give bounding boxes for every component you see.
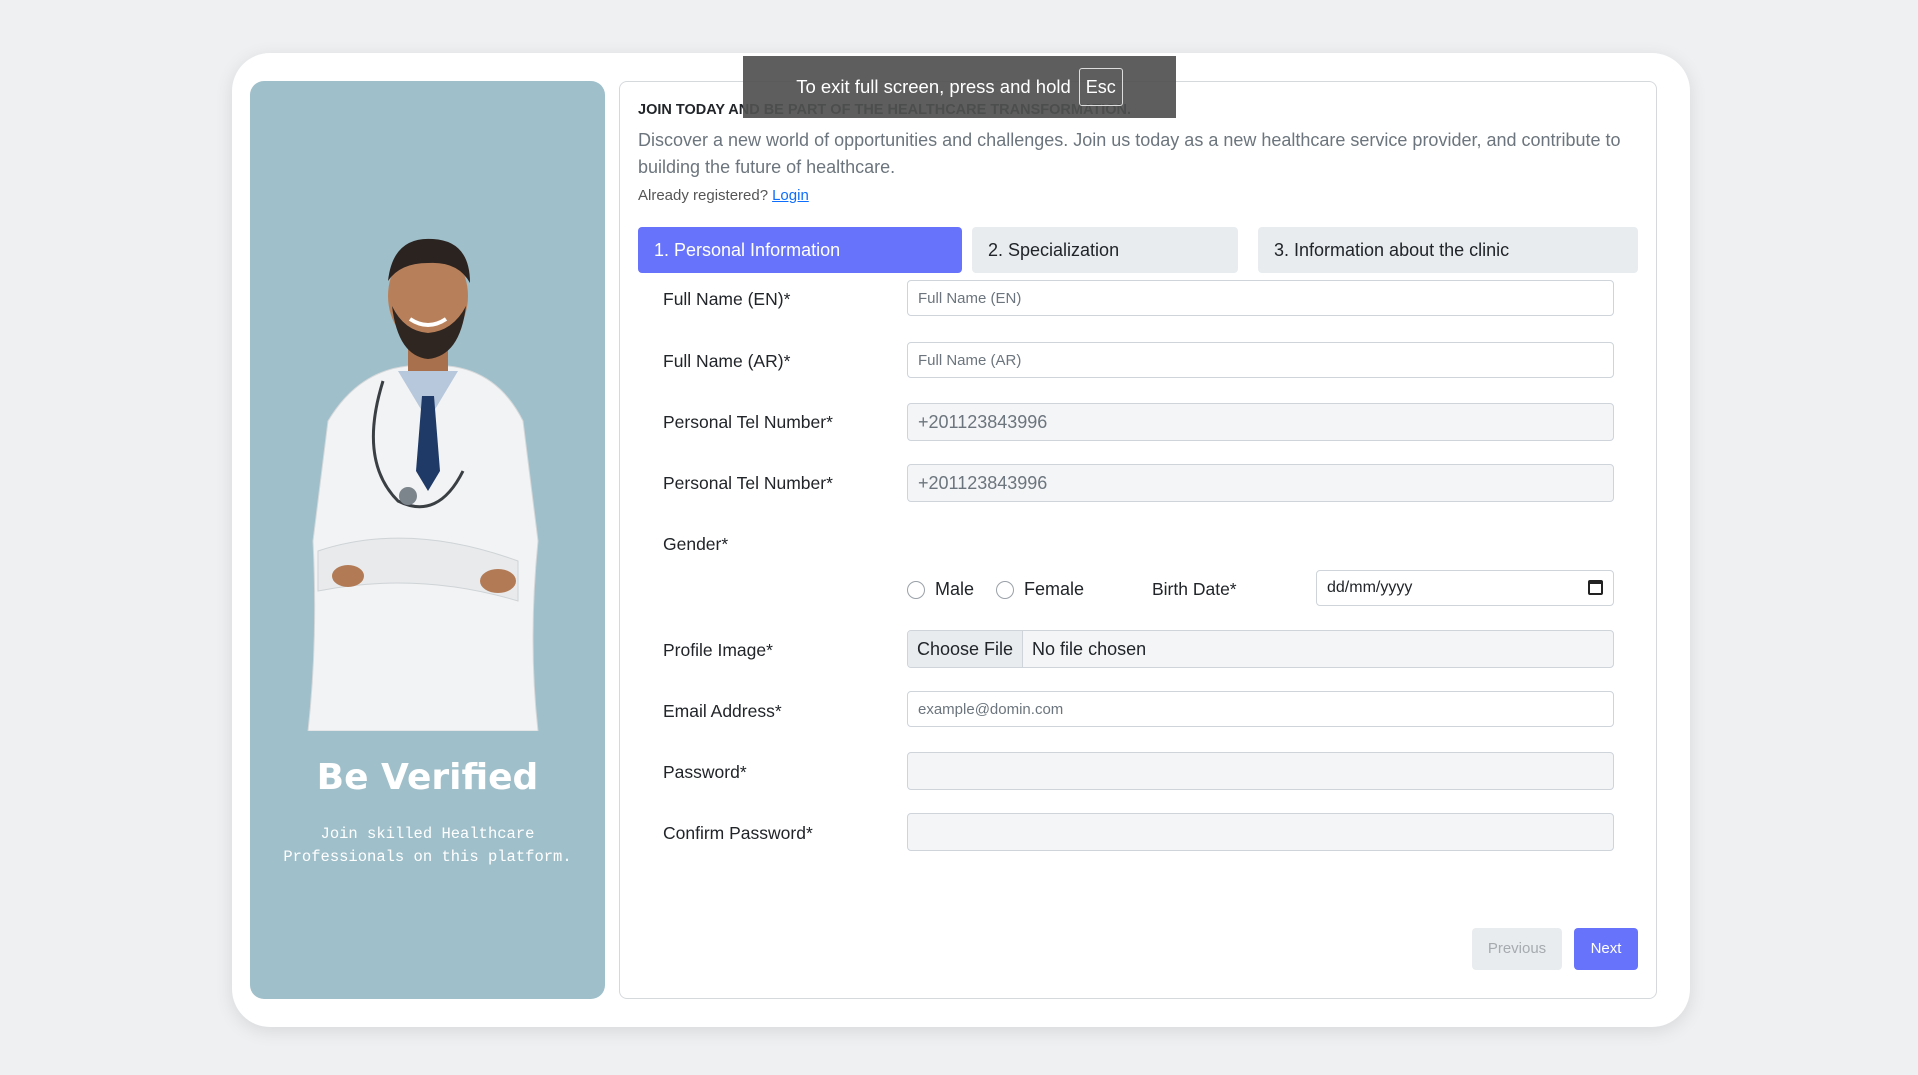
full-name-en-label: Full Name (EN)*	[663, 289, 791, 309]
radio-female[interactable]	[996, 580, 1014, 599]
calendar-icon[interactable]	[1588, 580, 1603, 595]
gender-label: Gender*	[663, 534, 729, 554]
password-input[interactable]	[907, 752, 1614, 790]
full-name-en-input[interactable]	[907, 280, 1614, 316]
side-title: Be Verified	[316, 757, 539, 798]
tel-number-label-2: Personal Tel Number*	[663, 473, 833, 493]
profile-image-input[interactable]: Choose File No file chosen	[907, 630, 1614, 668]
doctor-image	[307, 238, 539, 731]
form-panel: JOIN TODAY AND BE PART OF THE HEALTHCARE…	[619, 81, 1657, 999]
profile-image-label: Profile Image*	[663, 640, 773, 660]
esc-key: Esc	[1078, 68, 1123, 106]
tab-specialization[interactable]: 2. Specialization	[972, 227, 1238, 273]
email-label: Email Address*	[663, 701, 782, 721]
side-panel: Be Verified Join skilled Healthcare Prof…	[250, 81, 605, 999]
tab-personal-information[interactable]: 1. Personal Information	[638, 227, 962, 273]
birth-date-input[interactable]: dd/mm/yyyy	[1316, 570, 1614, 606]
tel-number-input-2[interactable]	[907, 464, 1614, 502]
gender-male-option[interactable]: Male	[907, 579, 974, 600]
choose-file-button[interactable]: Choose File	[908, 631, 1024, 667]
tel-number-input[interactable]	[907, 403, 1614, 441]
tel-number-label: Personal Tel Number*	[663, 412, 833, 432]
registration-card: Be Verified Join skilled Healthcare Prof…	[232, 53, 1690, 1027]
password-label: Password*	[663, 762, 747, 782]
radio-male[interactable]	[907, 580, 925, 599]
login-link[interactable]: Login	[772, 187, 809, 204]
description: Discover a new world of opportunities an…	[638, 130, 1621, 177]
side-subtitle: Join skilled Healthcare Professionals on…	[283, 825, 572, 866]
confirm-password-label: Confirm Password*	[663, 823, 813, 843]
file-status: No file chosen	[1032, 638, 1147, 659]
full-name-ar-input[interactable]	[907, 342, 1614, 378]
next-button[interactable]: Next	[1574, 928, 1638, 970]
fullscreen-notice: To exit full screen, press and hold Esc	[743, 56, 1176, 118]
confirm-password-input[interactable]	[907, 813, 1614, 851]
gender-female-option[interactable]: Female	[996, 579, 1084, 600]
already-registered: Already registered? Login	[638, 187, 809, 204]
email-input[interactable]	[907, 691, 1614, 727]
tab-clinic-information[interactable]: 3. Information about the clinic	[1258, 227, 1638, 273]
birth-date-label: Birth Date*	[1152, 579, 1237, 599]
previous-button[interactable]: Previous	[1472, 928, 1562, 970]
full-name-ar-label: Full Name (AR)*	[663, 351, 791, 371]
